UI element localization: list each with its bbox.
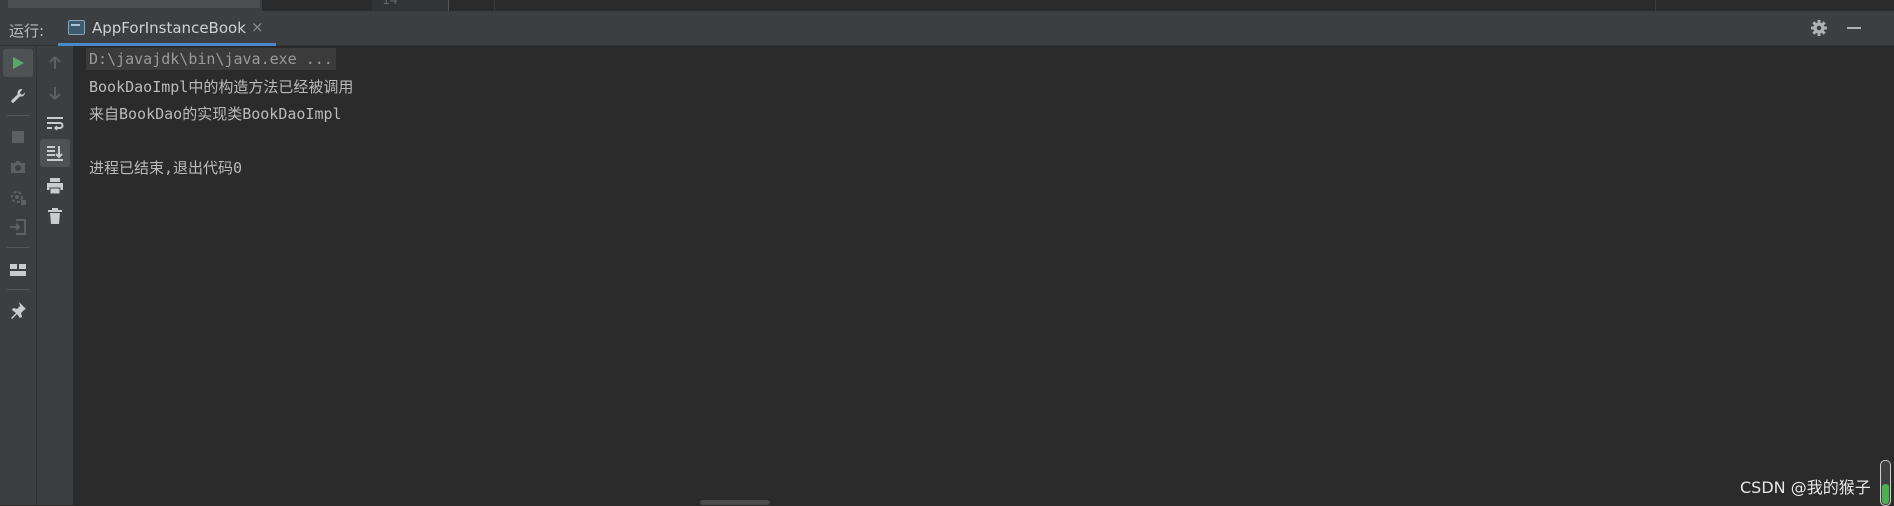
modify-config-button[interactable] bbox=[3, 82, 33, 110]
arrow-up-icon bbox=[47, 55, 63, 71]
editor-margin-line bbox=[1655, 0, 1656, 11]
scroll-to-end-button[interactable] bbox=[40, 139, 70, 167]
pin-button[interactable] bbox=[3, 296, 33, 324]
horizontal-scrollbar-thumb[interactable] bbox=[700, 500, 770, 505]
watermark: CSDN @我的猴子 bbox=[1740, 478, 1871, 497]
stop-button[interactable] bbox=[3, 123, 33, 151]
run-icon bbox=[10, 55, 26, 71]
console-output[interactable]: D:\javajdk\bin\java.exe ... BookDaoImpl中… bbox=[74, 46, 1868, 497]
thread-dump-icon bbox=[9, 188, 27, 206]
run-tool-window-header: 运行: AppForInstanceBook × bbox=[0, 11, 1894, 46]
project-panel-remnant bbox=[0, 0, 262, 11]
pin-icon bbox=[9, 301, 27, 319]
line-number: 14 bbox=[382, 0, 398, 8]
stop-icon bbox=[11, 130, 25, 144]
horizontal-scrollbar[interactable] bbox=[74, 497, 1868, 505]
print-button[interactable] bbox=[40, 172, 70, 200]
minimize-icon[interactable] bbox=[1843, 17, 1865, 39]
run-button[interactable] bbox=[3, 49, 33, 77]
tab-title: AppForInstanceBook bbox=[92, 19, 246, 37]
trash-icon bbox=[47, 207, 63, 225]
console-tab-icon bbox=[68, 20, 85, 35]
vertical-scrollbar[interactable] bbox=[1868, 46, 1894, 505]
toolbar-separator bbox=[7, 247, 29, 248]
thread-dump-button[interactable] bbox=[3, 183, 33, 211]
scrollbar-thumb[interactable] bbox=[1880, 460, 1891, 506]
scroll-to-end-icon bbox=[46, 144, 64, 162]
print-icon bbox=[46, 177, 64, 195]
console-line: 来自BookDao的实现类BookDaoImpl bbox=[89, 105, 342, 123]
arrow-down-icon bbox=[47, 85, 63, 101]
wrench-icon bbox=[9, 87, 27, 105]
run-label: 运行: bbox=[9, 22, 45, 40]
run-toolbar-primary bbox=[0, 46, 37, 505]
dump-button[interactable] bbox=[3, 153, 33, 181]
next-occurrence-button[interactable] bbox=[40, 79, 70, 107]
soft-wrap-icon bbox=[46, 115, 64, 131]
toolbar-separator bbox=[7, 289, 29, 290]
camera-icon bbox=[9, 159, 27, 175]
soft-wrap-button[interactable] bbox=[40, 109, 70, 137]
editor-strip: 14 bbox=[0, 0, 1894, 11]
console-line: BookDaoImpl中的构造方法已经被调用 bbox=[89, 78, 354, 96]
clear-all-button[interactable] bbox=[40, 202, 70, 230]
run-toolbar-secondary bbox=[37, 46, 74, 505]
login-icon bbox=[9, 218, 27, 236]
restore-button[interactable] bbox=[3, 213, 33, 241]
previous-occurrence-button[interactable] bbox=[40, 49, 70, 77]
close-tab-icon[interactable]: × bbox=[251, 18, 264, 36]
tab-app-for-instance-book[interactable]: AppForInstanceBook × bbox=[58, 11, 276, 46]
layout-icon bbox=[9, 262, 27, 278]
layout-button[interactable] bbox=[3, 256, 33, 284]
console-line-command[interactable]: D:\javajdk\bin\java.exe ... bbox=[86, 48, 336, 70]
toolbar-separator bbox=[7, 115, 29, 116]
console-line-exit: 进程已结束,退出代码0 bbox=[89, 159, 243, 177]
gear-icon[interactable] bbox=[1808, 17, 1830, 39]
editor-divider bbox=[494, 0, 495, 11]
